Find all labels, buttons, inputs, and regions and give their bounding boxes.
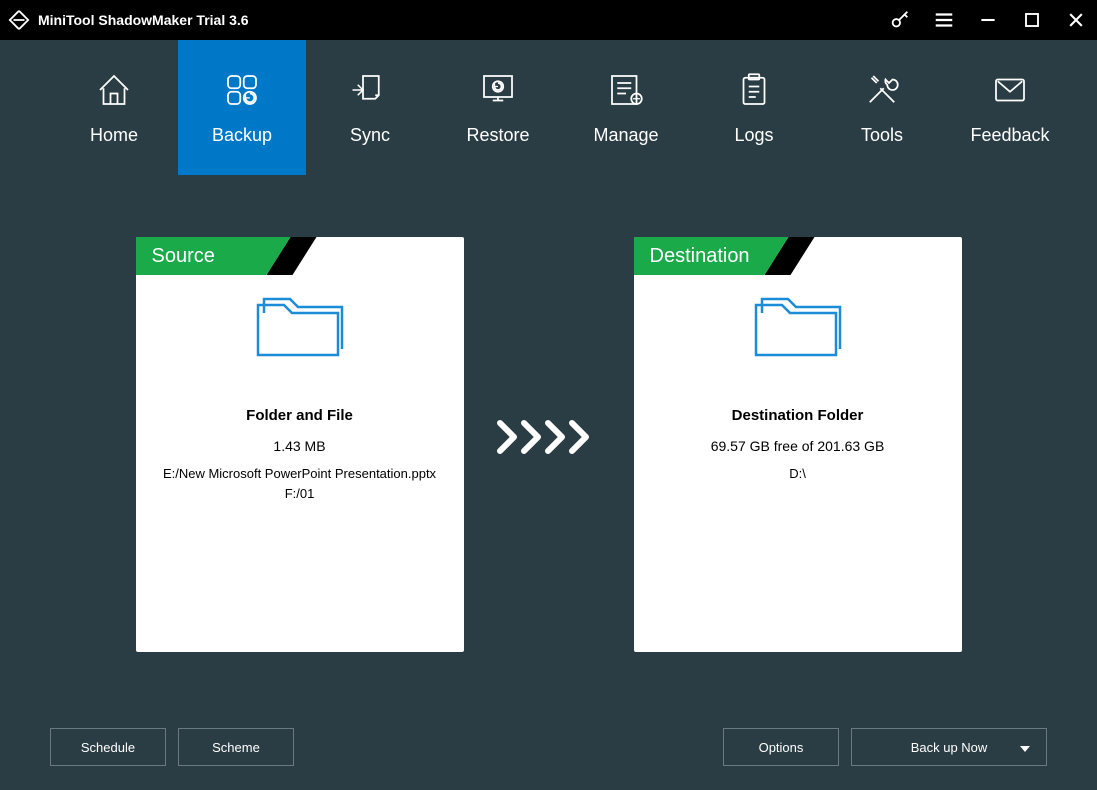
tab-sync[interactable]: Sync	[306, 40, 434, 175]
folder-icon	[748, 287, 848, 367]
manage-icon	[605, 69, 647, 111]
sync-icon	[349, 69, 391, 111]
feedback-icon	[989, 69, 1031, 111]
source-size: 1.43 MB	[273, 438, 325, 454]
tab-label: Home	[90, 125, 138, 146]
tab-logs[interactable]: Logs	[690, 40, 818, 175]
tab-label: Logs	[734, 125, 773, 146]
app-title: MiniTool ShadowMaker Trial 3.6	[38, 12, 887, 28]
tab-label: Manage	[593, 125, 658, 146]
backup-icon	[221, 69, 263, 111]
source-tab-label: Source	[136, 237, 291, 275]
key-icon[interactable]	[887, 7, 913, 33]
backup-now-button[interactable]: Back up Now	[851, 728, 1047, 766]
tab-backup[interactable]: Backup	[178, 40, 306, 175]
minimize-icon[interactable]	[975, 7, 1001, 33]
backup-now-label: Back up Now	[911, 740, 988, 755]
source-paths: E:/New Microsoft PowerPoint Presentation…	[155, 464, 444, 503]
tools-icon	[861, 69, 903, 111]
main-toolbar: Home Backup Sync Restore Manage Logs T	[0, 40, 1097, 175]
source-card[interactable]: Source Folder and File 1.43 MB E:/New Mi…	[136, 237, 464, 652]
app-logo-icon	[8, 9, 30, 31]
window-controls	[887, 7, 1089, 33]
tab-tools[interactable]: Tools	[818, 40, 946, 175]
tab-restore[interactable]: Restore	[434, 40, 562, 175]
destination-paths: D:\	[781, 464, 814, 484]
chevron-down-icon	[1020, 740, 1030, 755]
destination-tab-label: Destination	[634, 237, 789, 275]
destination-path-1: D:\	[789, 464, 806, 484]
folder-icon	[250, 287, 350, 367]
home-icon	[93, 69, 135, 111]
transfer-arrows-icon	[494, 417, 604, 457]
close-icon[interactable]	[1063, 7, 1089, 33]
restore-icon	[477, 69, 519, 111]
content-area: Source Folder and File 1.43 MB E:/New Mi…	[0, 175, 1097, 652]
tab-label: Backup	[212, 125, 272, 146]
source-path-1: E:/New Microsoft PowerPoint Presentation…	[163, 464, 436, 484]
logs-icon	[733, 69, 775, 111]
maximize-icon[interactable]	[1019, 7, 1045, 33]
schedule-button[interactable]: Schedule	[50, 728, 166, 766]
tab-label: Sync	[350, 125, 390, 146]
tab-manage[interactable]: Manage	[562, 40, 690, 175]
tab-label: Restore	[466, 125, 529, 146]
footer-bar: Schedule Scheme Options Back up Now	[0, 728, 1097, 766]
tab-label: Tools	[861, 125, 903, 146]
destination-size: 69.57 GB free of 201.63 GB	[711, 438, 885, 454]
scheme-button[interactable]: Scheme	[178, 728, 294, 766]
source-title: Folder and File	[246, 407, 353, 424]
tab-home[interactable]: Home	[50, 40, 178, 175]
destination-card[interactable]: Destination Destination Folder 69.57 GB …	[634, 237, 962, 652]
source-path-2: F:/01	[163, 484, 436, 504]
titlebar: MiniTool ShadowMaker Trial 3.6	[0, 0, 1097, 40]
tab-label: Feedback	[970, 125, 1049, 146]
menu-icon[interactable]	[931, 7, 957, 33]
tab-feedback[interactable]: Feedback	[946, 40, 1074, 175]
destination-title: Destination Folder	[732, 407, 864, 424]
options-button[interactable]: Options	[723, 728, 839, 766]
